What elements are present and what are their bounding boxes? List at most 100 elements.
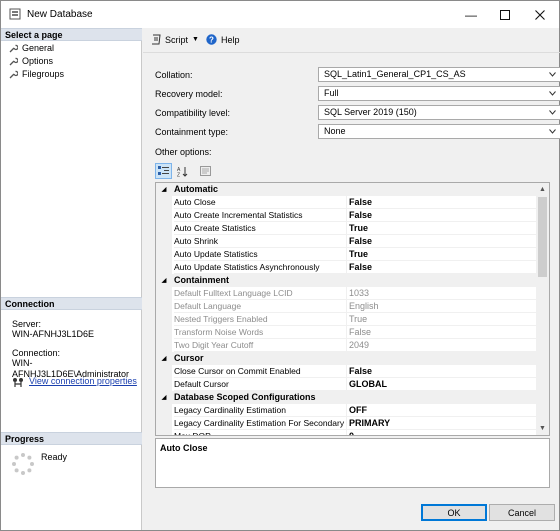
cancel-button[interactable]: Cancel [489,504,555,521]
property-grid-toolbar: AZ [155,163,214,180]
property-category-row[interactable]: ◢ Automatic [156,183,536,196]
collation-select[interactable]: SQL_Latin1_General_CP1_CS_AS [318,67,560,82]
property-name: Auto Create Statistics [174,222,346,235]
minimize-icon: — [465,7,477,22]
property-value[interactable]: False [346,261,536,274]
property-value[interactable]: False [346,196,536,209]
property-value[interactable]: True [346,248,536,261]
script-icon [152,34,161,45]
property-name: Legacy Cardinality Estimation For Second… [174,418,346,430]
property-row[interactable]: Two Digit Year Cutoff 2049 [156,339,536,352]
close-window-button[interactable] [523,1,557,28]
property-value: 1033 [346,287,536,300]
chevron-down-icon [547,106,558,119]
row-gutter [156,196,172,209]
collapse-icon[interactable]: ◢ [156,274,172,287]
property-category-row[interactable]: ◢ Containment [156,274,536,287]
row-gutter [156,209,172,222]
minimize-button[interactable]: — [454,1,488,28]
progress-status: Ready [41,452,68,462]
containment-row: Containment type: None [155,124,560,140]
property-name: Auto Update Statistics [174,248,346,261]
row-gutter [156,300,172,313]
property-row[interactable]: Auto Shrink False [156,235,536,248]
compat-row: Compatibility level: SQL Server 2019 (15… [155,105,560,121]
property-value: True [346,313,536,326]
property-row[interactable]: Auto Close False [156,196,536,209]
svg-text:Z: Z [177,172,180,177]
recovery-model-select[interactable]: Full [318,86,560,101]
property-row[interactable]: Max DOP 0 [156,430,536,435]
property-row[interactable]: Auto Update Statistics Asynchronously Fal… [156,261,536,274]
property-row[interactable]: Auto Create Statistics True [156,222,536,235]
recovery-value: Full [324,88,339,98]
wrench-icon [9,57,18,65]
scrollbar-thumb[interactable] [538,197,547,277]
property-row[interactable]: Legacy Cardinality Estimation For Second… [156,417,536,430]
property-category-row[interactable]: ◢ Database Scoped Configurations [156,391,536,404]
page-item-general[interactable]: General [9,42,54,54]
property-name: Two Digit Year Cutoff [174,339,346,352]
property-row[interactable]: Nested Triggers Enabled True [156,313,536,326]
view-connection-properties-link[interactable]: View connection properties [29,376,137,387]
property-name: Transform Noise Words [174,326,346,339]
property-row[interactable]: Legacy Cardinality Estimation OFF [156,404,536,417]
script-button[interactable]: Script ▼ [151,34,199,45]
ok-button[interactable]: OK [421,504,487,521]
property-name: Auto Shrink [174,235,346,248]
property-value: 2049 [346,339,536,352]
chevron-down-icon: ▼ [192,36,199,43]
property-pages-button[interactable] [197,163,214,179]
help-icon: ? [206,34,217,45]
collapse-icon[interactable]: ◢ [156,352,172,365]
page-item-filegroups[interactable]: Filegroups [9,68,64,80]
property-value[interactable]: OFF [346,404,536,417]
help-button[interactable]: ? Help [206,34,240,45]
compat-label: Compatibility level: [155,108,231,118]
page-item-options[interactable]: Options [9,55,53,67]
property-value[interactable]: False [346,209,536,222]
compatibility-level-select[interactable]: SQL Server 2019 (150) [318,105,560,120]
vertical-scrollbar[interactable]: ▲ ▼ [536,183,549,435]
property-value: English [346,300,536,313]
property-name: Nested Triggers Enabled [174,313,346,326]
property-category-row[interactable]: ◢ Cursor [156,352,536,365]
property-value[interactable]: 0 [346,430,536,435]
row-gutter [156,235,172,248]
row-gutter [156,261,172,274]
row-gutter [156,313,172,326]
alphabetical-button[interactable]: AZ [174,163,191,179]
row-gutter [156,326,172,339]
property-value: False [346,326,536,339]
scroll-down-icon[interactable]: ▼ [536,422,549,435]
property-name: Auto Create Incremental Statistics [174,209,346,222]
containment-type-select[interactable]: None [318,124,560,139]
property-value[interactable]: False [346,365,536,378]
property-row[interactable]: Auto Create Incremental Statistics False [156,209,536,222]
property-value[interactable]: False [346,235,536,248]
property-row[interactable]: Close Cursor on Commit Enabled False [156,365,536,378]
property-value[interactable]: PRIMARY [346,417,536,430]
property-row[interactable]: Default Fulltext Language LCID 1033 [156,287,536,300]
maximize-button[interactable] [488,1,522,28]
property-value[interactable]: GLOBAL [346,378,536,391]
select-page-header: Select a page [1,28,142,41]
wrench-icon [9,70,18,78]
collapse-icon[interactable]: ◢ [156,391,172,404]
property-value[interactable]: True [346,222,536,235]
property-row[interactable]: Transform Noise Words False [156,326,536,339]
categorized-button[interactable] [155,163,172,179]
collapse-icon[interactable]: ◢ [156,183,172,196]
property-row[interactable]: Default Cursor GLOBAL [156,378,536,391]
page-item-label: Filegroups [22,69,65,79]
scroll-up-icon[interactable]: ▲ [536,183,549,196]
property-grid: ◢ Automatic Auto Close False Auto Create Inc… [155,182,550,436]
property-row[interactable]: Default Language English [156,300,536,313]
page-item-label: General [22,43,55,53]
script-label: Script [165,34,189,45]
property-row[interactable]: Auto Update Statistics True [156,248,536,261]
property-pages-icon [200,166,211,176]
row-gutter [156,222,172,235]
property-category-name: Cursor [174,352,536,365]
property-name: Legacy Cardinality Estimation [174,404,346,417]
